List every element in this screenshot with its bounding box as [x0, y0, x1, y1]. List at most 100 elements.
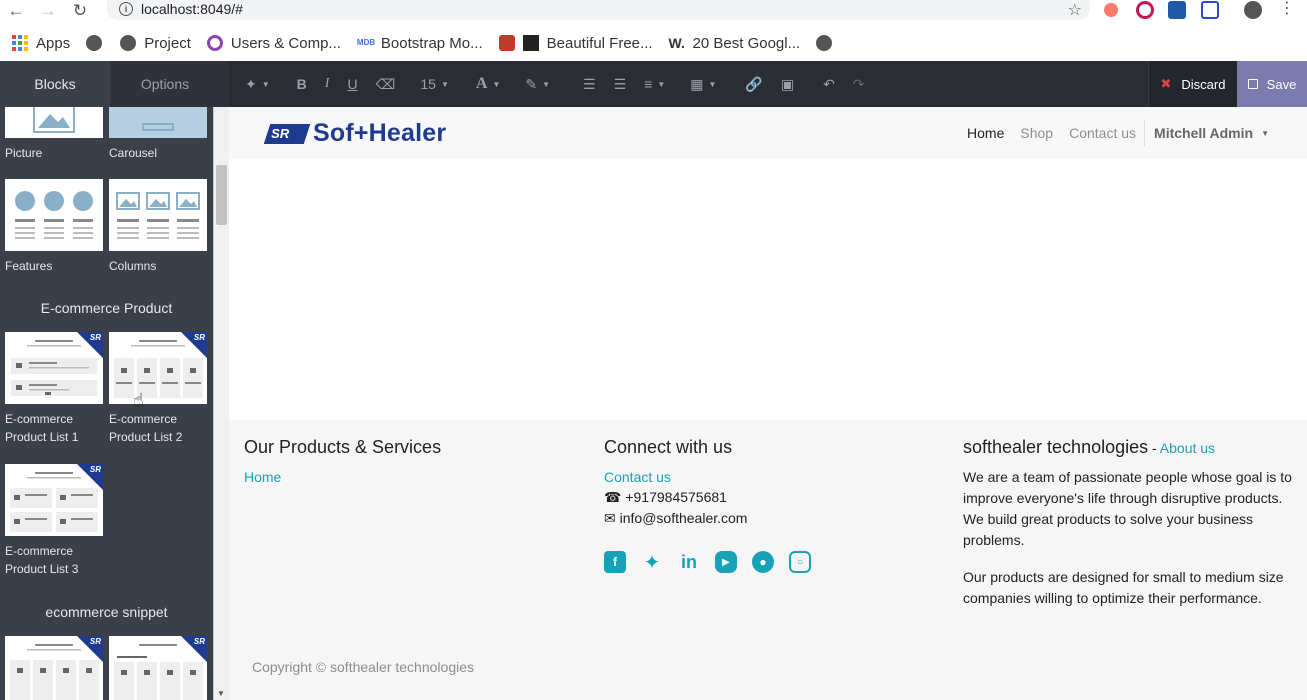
font-color-icon: A — [475, 75, 488, 92]
github-icon[interactable]: ● — [752, 551, 774, 573]
b-icon — [498, 35, 515, 51]
redo-button[interactable]: ↷ — [844, 61, 874, 107]
undo-button[interactable]: ↶ — [803, 61, 844, 107]
extension-icon[interactable] — [1168, 1, 1186, 19]
snippet-ecommerce-list-2[interactable]: SR E-commerce Product List 2 — [109, 332, 207, 446]
snippet-thumbnail: SR — [5, 464, 103, 536]
social-links: f ✦ in ▶ ● ○ — [604, 551, 944, 574]
footer-link-about[interactable]: About us — [1160, 440, 1215, 456]
tab-options[interactable]: Options — [110, 61, 220, 107]
table-icon: ▦ — [690, 75, 704, 92]
snippet-label: E-commerce Product List 1 — [5, 412, 79, 444]
media-button[interactable]: ▣ — [772, 61, 803, 107]
bookmark-bootstrap[interactable]: MDB Bootstrap Mo... — [357, 35, 483, 52]
forward-arrow-icon[interactable]: → — [32, 0, 64, 22]
bookmark-globe-2[interactable] — [816, 35, 840, 51]
logo-mark-icon: SR — [263, 123, 311, 144]
snippet-features[interactable]: Features — [5, 179, 103, 275]
snippet-picture[interactable]: Picture — [5, 107, 103, 162]
snippet-carousel[interactable]: Carousel — [109, 107, 207, 162]
bookmark-project[interactable]: Project — [120, 35, 191, 52]
font-size-dropdown[interactable]: 15 ▼ — [404, 61, 458, 107]
tab-blocks[interactable]: Blocks — [0, 61, 110, 107]
magic-wand-icon: ✦ — [245, 75, 257, 92]
extension-icon[interactable] — [1201, 1, 1219, 19]
editor-toolbar: ✦ ▼ B I U ⌫ 15 ▼ A ▼ ✎ ▼ ☰ ☰ ≡ ▼ ▦ ▼ 🔗 ▣ ↶ ↷ ✖… — [229, 61, 1307, 107]
table-dropdown[interactable]: ▦ ▼ — [674, 61, 725, 107]
sidebar-scrollbar[interactable]: ▼ — [213, 107, 229, 700]
caret-down-icon: ▼ — [657, 79, 666, 89]
menu-kebab-icon[interactable]: ⋮ — [1279, 1, 1295, 19]
discard-button[interactable]: ✖ Discard — [1148, 61, 1237, 107]
section-ecommerce-product: E-commerce Product — [40, 300, 173, 316]
hand-cursor-icon: ☝ — [133, 390, 144, 410]
paragraph-dropdown[interactable]: ≡ ▼ — [635, 61, 674, 107]
snippet-ecommerce-snippet-2[interactable]: SR — [109, 636, 207, 700]
building-icon — [522, 35, 539, 51]
background-color-dropdown[interactable]: ✎ ▼ — [509, 61, 559, 107]
scrollbar-thumb[interactable] — [216, 165, 227, 225]
save-disk-icon — [1247, 79, 1258, 89]
facebook-icon[interactable]: f — [604, 551, 626, 573]
website-editor: Blocks Options Picture Carousel Features… — [0, 61, 1307, 700]
odoo-icon — [206, 35, 223, 51]
youtube-icon[interactable]: ▶ — [715, 551, 737, 573]
reload-icon[interactable]: ↻ — [64, 0, 96, 22]
snippets-sidebar: Blocks Options Picture Carousel Features… — [0, 61, 229, 700]
unordered-list-button[interactable]: ☰ — [559, 61, 605, 107]
mdb-icon: MDB — [356, 38, 376, 47]
snippet-label: E-commerce Product List 2 — [109, 412, 183, 444]
caret-down-icon: ▼ — [1261, 128, 1269, 138]
snippet-label: Features — [5, 259, 53, 273]
snippet-label: Carousel — [109, 146, 158, 160]
website-page: SR Sof+Healer Home Shop Contact us Mitch… — [229, 107, 1307, 700]
apps-grid-icon — [12, 35, 28, 51]
extension-icon[interactable] — [1104, 3, 1118, 17]
linkedin-icon[interactable]: in — [678, 551, 700, 573]
menu-shop[interactable]: Shop — [1020, 125, 1053, 141]
snippet-columns[interactable]: Columns — [109, 179, 207, 275]
link-button[interactable]: 🔗 — [725, 61, 771, 107]
columns-thumbnail-icon — [116, 192, 200, 239]
bookmark-beautiful[interactable]: Beautiful Free... — [498, 35, 653, 52]
instagram-icon[interactable]: ○ — [789, 551, 811, 573]
address-bar[interactable]: i localhost:8049/# ☆ — [107, 0, 1090, 20]
footer-link-contact[interactable]: Contact us — [604, 469, 671, 485]
footer-heading-about: softhealer technologies - About us — [963, 437, 1216, 457]
underline-button[interactable]: U — [338, 61, 366, 107]
bookmark-globe[interactable] — [86, 35, 110, 51]
profile-icon[interactable] — [1244, 1, 1262, 19]
eraser-button[interactable]: ⌫ — [367, 61, 405, 107]
bookmark-users[interactable]: Users & Comp... — [206, 35, 341, 52]
save-button[interactable]: Save — [1237, 61, 1307, 107]
user-dropdown[interactable]: Mitchell Admin ▼ — [1154, 125, 1269, 141]
extension-icon[interactable] — [1136, 1, 1154, 19]
ordered-list-button[interactable]: ☰ — [605, 61, 636, 107]
menu-home[interactable]: Home — [967, 125, 1004, 141]
magic-wand-dropdown[interactable]: ✦ ▼ — [229, 61, 279, 107]
site-footer: Our Products & Services Home Connect wit… — [229, 420, 1307, 700]
bookmark-star-icon[interactable]: ☆ — [1068, 0, 1082, 20]
close-icon: ✖ — [1160, 76, 1172, 91]
info-icon[interactable]: i — [119, 2, 133, 16]
link-icon: 🔗 — [745, 75, 763, 92]
footer-link-home[interactable]: Home — [244, 469, 281, 485]
caret-down-icon: ▼ — [708, 79, 717, 89]
picture-thumbnail-icon — [33, 107, 75, 133]
font-color-dropdown[interactable]: A ▼ — [458, 61, 509, 107]
snippet-ecommerce-list-1[interactable]: SR E-commerce Product List 1 — [5, 332, 103, 446]
snippet-ecommerce-list-3[interactable]: SR E-commerce Product List 3 — [5, 464, 103, 578]
bold-button[interactable]: B — [279, 61, 316, 107]
scroll-down-icon[interactable]: ▼ — [217, 689, 225, 698]
menu-contact-us[interactable]: Contact us — [1069, 125, 1136, 141]
bookmark-apps[interactable]: Apps — [12, 35, 70, 52]
bookmark-google-fonts[interactable]: W. 20 Best Googl... — [669, 35, 801, 52]
back-arrow-icon[interactable]: ← — [0, 0, 32, 22]
site-logo[interactable]: SR Sof+Healer — [263, 119, 446, 148]
bookmarks-bar: Apps Project Users & Comp... MDB Bootstr… — [0, 26, 1307, 60]
footer-heading: Our Products & Services — [244, 437, 442, 457]
italic-button[interactable]: I — [316, 61, 339, 107]
list-ol-icon: ☰ — [613, 75, 627, 92]
twitter-icon[interactable]: ✦ — [641, 551, 663, 574]
snippet-ecommerce-snippet-1[interactable]: SR — [5, 636, 103, 700]
